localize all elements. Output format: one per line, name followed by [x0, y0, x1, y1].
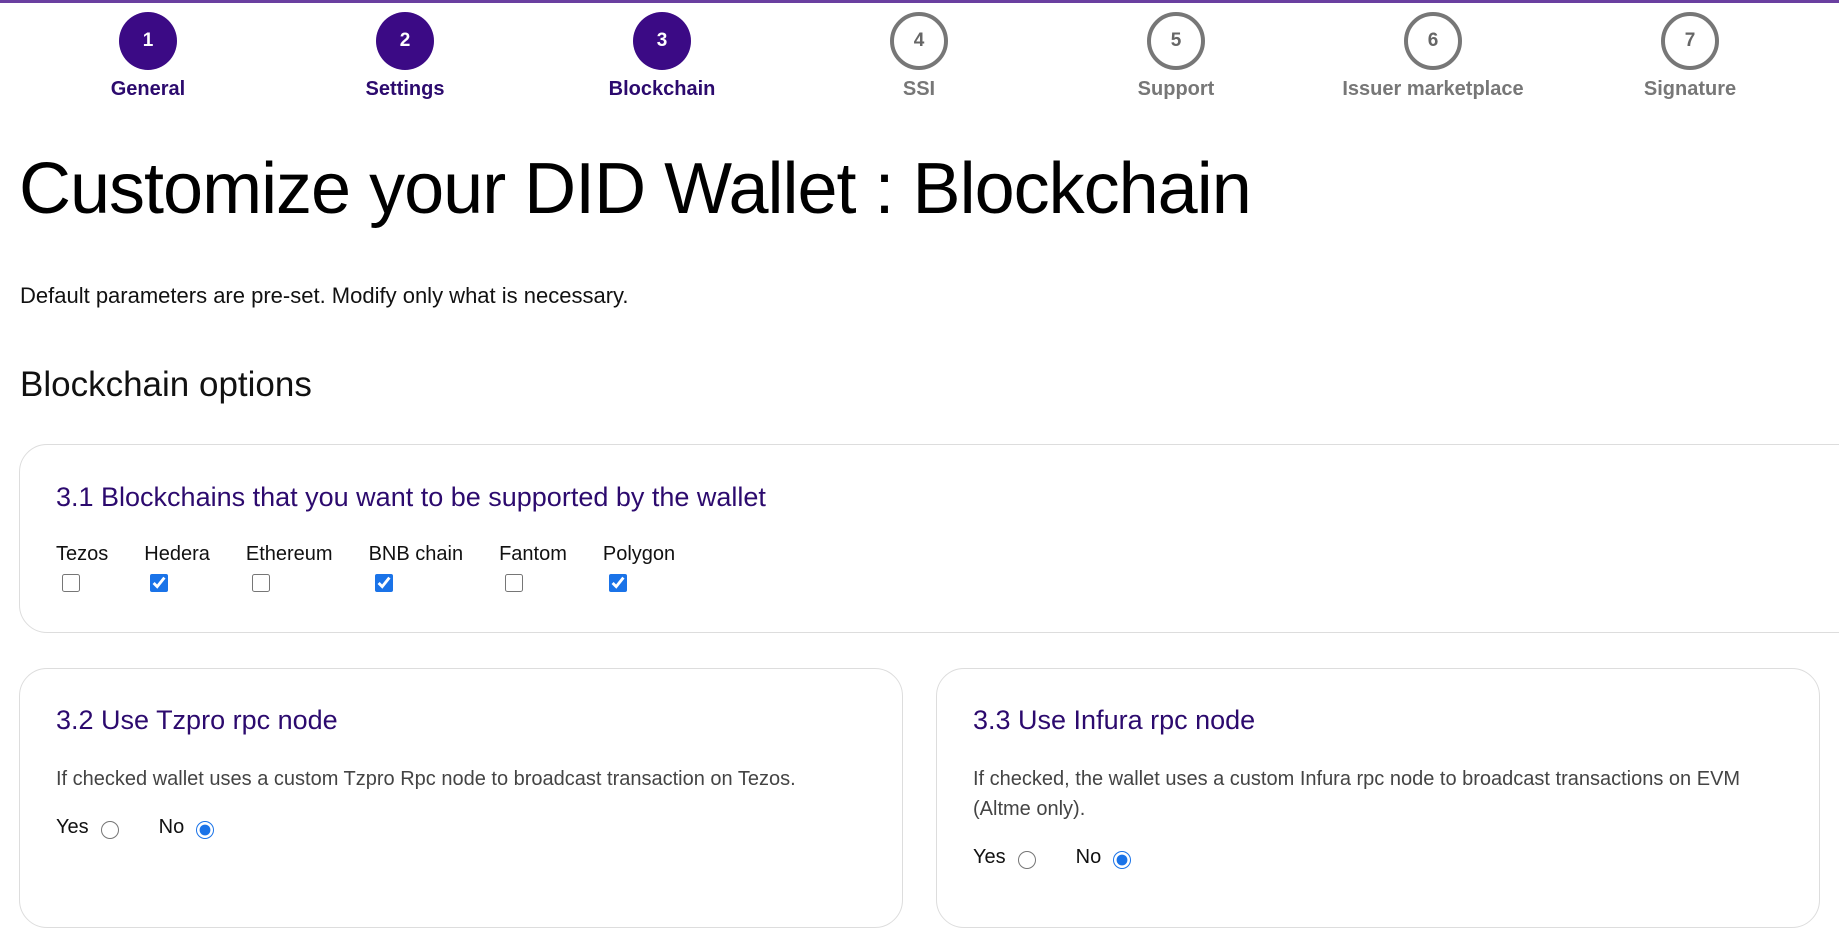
tezos-checkbox[interactable]	[62, 574, 80, 592]
step-number: 2	[376, 12, 434, 70]
infura-no-radio[interactable]	[1113, 850, 1132, 869]
step-blockchain[interactable]: 3 Blockchain	[562, 12, 762, 101]
step-number: 1	[119, 12, 177, 70]
tzpro-no-option[interactable]: No	[159, 816, 215, 839]
step-signature[interactable]: 7 Signature	[1590, 12, 1790, 101]
chain-option-ethereum: Ethereum	[246, 543, 333, 597]
page-title: Customize your DID Wallet : Blockchain	[19, 149, 1252, 229]
infura-radio-group: Yes No	[973, 846, 1171, 869]
intro-text: Default parameters are pre-set. Modify o…	[20, 283, 629, 308]
chain-label: Fantom	[499, 543, 567, 565]
chain-label: Ethereum	[245, 543, 333, 565]
step-number: 3	[633, 12, 691, 70]
chain-label: BNB chain	[368, 543, 464, 565]
tzpro-yes-option[interactable]: Yes	[56, 816, 119, 839]
section-title: Blockchain options	[20, 365, 312, 404]
infura-yes-option[interactable]: Yes	[973, 846, 1036, 869]
step-label: Signature	[1643, 78, 1737, 100]
ethereum-checkbox[interactable]	[251, 574, 270, 592]
tzpro-no-radio[interactable]	[196, 820, 215, 839]
chain-option-tezos: Tezos	[56, 543, 108, 597]
chain-option-hedera: Hedera	[144, 543, 210, 597]
chain-label: Hedera	[144, 543, 210, 565]
top-accent-line	[0, 0, 1839, 3]
tzpro-yes-radio[interactable]	[100, 820, 119, 839]
step-number: 6	[1404, 12, 1462, 70]
step-number: 5	[1147, 12, 1205, 70]
tzpro-radio-group: Yes No	[56, 816, 254, 839]
tzpro-card-title: 3.2 Use Tzpro rpc node	[56, 705, 338, 735]
no-label: No	[158, 816, 185, 838]
step-issuer-marketplace[interactable]: 6 Issuer marketplace	[1333, 12, 1533, 101]
step-label: Blockchain	[608, 78, 716, 100]
chain-option-fantom: Fantom	[499, 543, 567, 597]
hedera-checkbox[interactable]	[150, 574, 169, 592]
infura-no-option[interactable]: No	[1076, 846, 1132, 869]
polygon-checkbox[interactable]	[608, 574, 627, 592]
tzpro-description: If checked wallet uses a custom Tzpro Rp…	[56, 768, 796, 790]
no-label: No	[1075, 846, 1102, 868]
bnb-chain-checkbox[interactable]	[374, 574, 393, 592]
step-ssi[interactable]: 4 SSI	[819, 12, 1019, 101]
step-general[interactable]: 1 General	[48, 12, 248, 101]
chain-label: Tezos	[56, 543, 109, 565]
infura-card: 3.3 Use Infura rpc node If checked, the …	[936, 668, 1820, 928]
step-label: Support	[1137, 78, 1215, 100]
step-label: SSI	[902, 78, 936, 100]
blockchains-card: 3.1 Blockchains that you want to be supp…	[19, 444, 1839, 633]
step-number: 4	[890, 12, 948, 70]
yes-label: Yes	[56, 816, 89, 838]
step-settings[interactable]: 2 Settings	[305, 12, 505, 101]
step-support[interactable]: 5 Support	[1076, 12, 1276, 101]
step-number: 7	[1661, 12, 1719, 70]
blockchains-card-title: 3.1 Blockchains that you want to be supp…	[56, 482, 766, 512]
yes-label: Yes	[973, 846, 1006, 868]
wizard-stepper: 1 General 2 Settings 3 Blockchain 4 SSI …	[0, 12, 1839, 102]
infura-card-title: 3.3 Use Infura rpc node	[973, 705, 1256, 735]
step-label: Settings	[365, 78, 445, 100]
tzpro-card: 3.2 Use Tzpro rpc node If checked wallet…	[19, 668, 903, 928]
chain-option-polygon: Polygon	[603, 543, 675, 597]
fantom-checkbox[interactable]	[505, 574, 524, 592]
blockchain-checkbox-group: Tezos Hedera Ethereum BNB chain Fantom P…	[56, 543, 711, 597]
chain-option-bnb-chain: BNB chain	[368, 543, 464, 597]
chain-label: Polygon	[602, 543, 676, 565]
step-label: General	[110, 78, 186, 100]
step-label: Issuer marketplace	[1342, 78, 1524, 100]
infura-yes-radio[interactable]	[1017, 850, 1036, 869]
infura-description: If checked, the wallet uses a custom Inf…	[973, 768, 1741, 820]
